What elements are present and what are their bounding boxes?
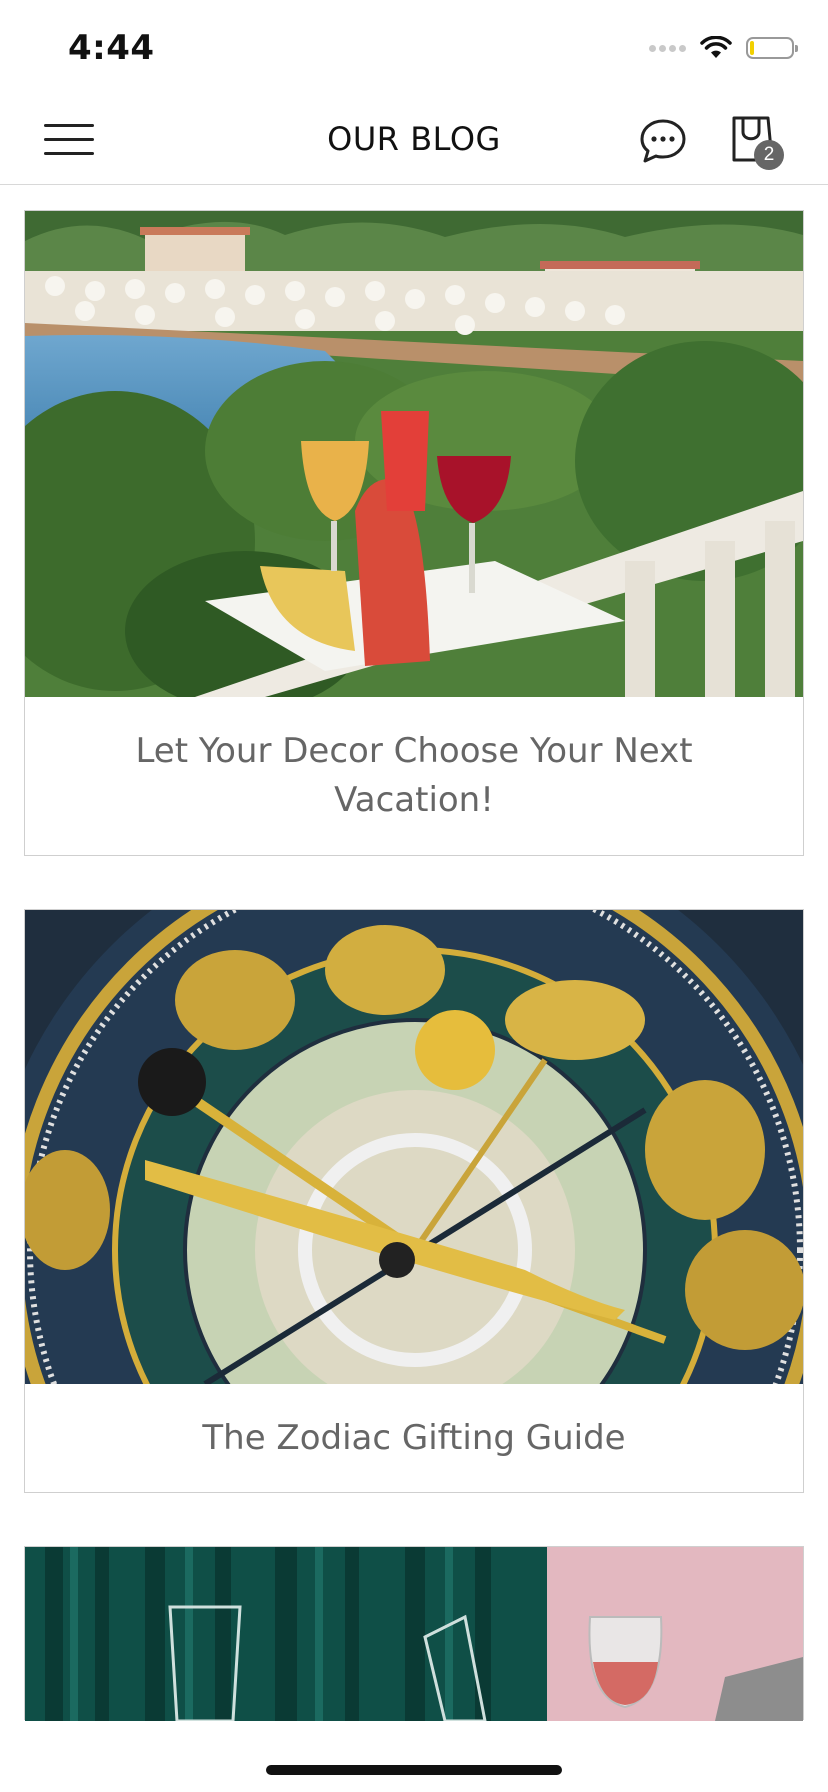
blog-post-card[interactable]: The Zodiac Gifting Guide	[24, 909, 804, 1493]
cart-button[interactable]: 2	[726, 112, 792, 172]
home-indicator[interactable]	[266, 1765, 562, 1775]
page-title: OUR BLOG	[327, 120, 501, 158]
app-header: OUR BLOG 2	[0, 100, 828, 185]
chat-button[interactable]	[638, 116, 688, 166]
astronomical-clock-photo	[25, 910, 803, 1384]
cart-count-badge: 2	[754, 140, 784, 170]
wifi-icon	[700, 36, 732, 58]
status-time: 4:44	[68, 28, 155, 68]
blog-post-list: Let Your Decor Choose Your Next Vacation…	[24, 210, 804, 1721]
battery-icon	[746, 37, 798, 59]
battery-level	[750, 41, 754, 55]
blog-post-card[interactable]: Let Your Decor Choose Your Next Vacation…	[24, 210, 804, 856]
beach-resort-drinks-photo	[25, 211, 803, 697]
wine-glasses-curtain-photo	[25, 1547, 803, 1721]
status-icons	[649, 36, 798, 60]
blog-post-title: Let Your Decor Choose Your Next Vacation…	[135, 731, 693, 820]
blog-post-title: The Zodiac Gifting Guide	[202, 1417, 626, 1458]
status-bar: 4:44	[0, 0, 828, 100]
chat-bubble-icon	[640, 119, 686, 163]
blog-post-card[interactable]	[24, 1546, 804, 1721]
cellular-signal-icon	[649, 44, 686, 52]
